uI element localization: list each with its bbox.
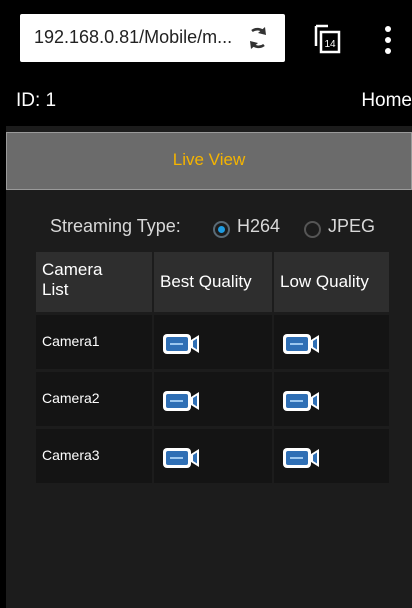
best-quality-cell [154,372,272,426]
header-cell-low-quality: Low Quality [274,252,389,312]
header-cell-best-quality: Best Quality [154,252,272,312]
camera-name: Camera3 [42,447,100,463]
low-quality-camera-icon[interactable] [281,331,323,357]
live-view-label: Live View [172,150,246,169]
url-bar[interactable]: 192.168.0.81/Mobile/m... [20,14,285,62]
tabs-icon[interactable]: 14 [312,22,342,56]
best-quality-camera-icon[interactable] [161,331,203,357]
header-low-quality: Low Quality [280,272,369,291]
jpeg-label[interactable]: JPEG [328,216,375,237]
overflow-menu-icon[interactable] [378,24,398,56]
h264-radio[interactable] [213,221,230,238]
reload-icon[interactable] [244,24,272,52]
url-text[interactable]: 192.168.0.81/Mobile/m... [34,27,232,48]
streaming-type-label: Streaming Type: [50,216,181,236]
camera-name-cell: Camera1 [36,315,152,369]
low-quality-camera-icon[interactable] [281,388,323,414]
table-header-row: Camera List Best Quality Low Quality [36,252,389,312]
camera-name: Camera1 [42,333,100,349]
live-view-button[interactable]: Live View [6,132,412,190]
low-quality-cell [274,315,389,369]
browser-toolbar: 192.168.0.81/Mobile/m... 14 [0,0,412,76]
best-quality-cell [154,429,272,483]
best-quality-cell [154,315,272,369]
low-quality-cell [274,429,389,483]
table-row: Camera2 [36,372,389,426]
header-cell-camera-list: Camera List [36,252,152,312]
low-quality-cell [274,372,389,426]
camera-name: Camera2 [42,390,100,406]
best-quality-camera-icon[interactable] [161,445,203,471]
home-link[interactable]: Home [361,90,412,112]
camera-name-cell: Camera2 [36,372,152,426]
header-best-quality: Best Quality [160,272,252,291]
jpeg-radio[interactable] [304,221,321,238]
low-quality-camera-icon[interactable] [281,445,323,471]
tab-count: 14 [324,39,336,50]
streaming-type-selector: Streaming Type: H264 JPEG [6,212,412,242]
table-row: Camera3 [36,429,389,483]
h264-label[interactable]: H264 [237,216,280,237]
table-row: Camera1 [36,315,389,369]
user-id-label: ID: 1 [16,90,57,111]
page-content: ID: 1 Home Live View Streaming Type: H26… [6,76,412,608]
header-camera-list: Camera List [42,260,103,299]
camera-name-cell: Camera3 [36,429,152,483]
best-quality-camera-icon[interactable] [161,388,203,414]
id-bar: ID: 1 Home [6,76,412,126]
